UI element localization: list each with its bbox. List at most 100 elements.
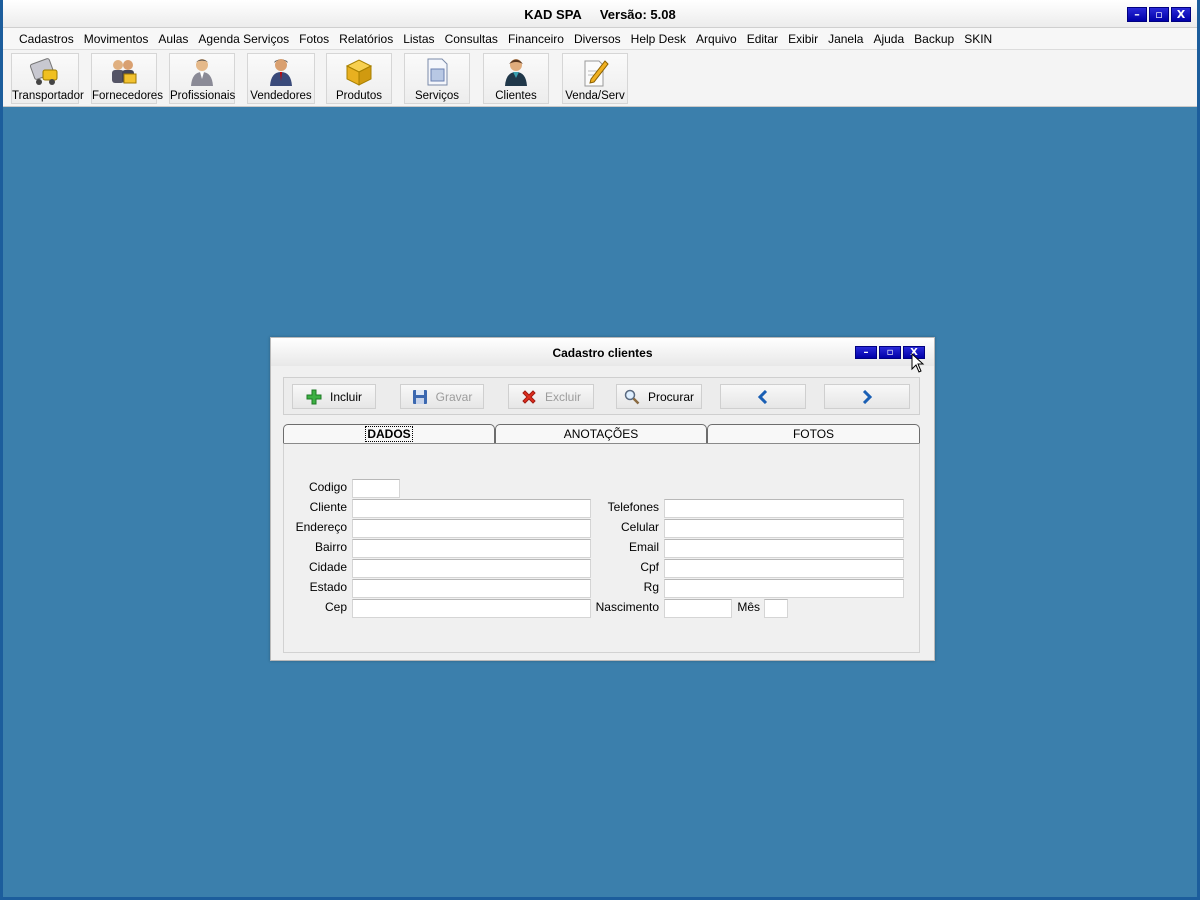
menu-diversos[interactable]: Diversos: [569, 32, 626, 46]
email-label: Email: [628, 540, 659, 554]
menu-movimentos[interactable]: Movimentos: [79, 32, 154, 46]
menu-editar[interactable]: Editar: [742, 32, 783, 46]
menu-cadastros[interactable]: Cadastros: [14, 32, 79, 46]
dados-panel: Codigo Cliente Endereço Bairro Cidade Es…: [283, 443, 920, 653]
mes-label: Mês: [737, 600, 760, 614]
mouse-pointer-icon: [911, 353, 925, 373]
produtos-button[interactable]: Produtos: [326, 53, 392, 104]
nascimento-label: Nascimento: [595, 600, 659, 614]
delete-x-icon: [522, 389, 536, 404]
menu-arquivo[interactable]: Arquivo: [691, 32, 742, 46]
search-icon: [624, 389, 640, 404]
tab-anotacoes[interactable]: ANOTAÇÕES: [495, 424, 707, 444]
servicos-button[interactable]: Serviços: [404, 53, 470, 104]
next-record-button[interactable]: [824, 384, 910, 409]
cpf-field[interactable]: [664, 559, 904, 578]
app-version: Versão: 5.08: [599, 7, 676, 22]
gravar-button[interactable]: Gravar: [400, 384, 484, 409]
celular-label: Celular: [620, 520, 659, 534]
save-icon: [412, 389, 427, 404]
fornecedores-button[interactable]: Fornecedores: [91, 53, 163, 104]
dialog-minimize-button[interactable]: –: [855, 346, 877, 359]
email-field[interactable]: [664, 539, 904, 558]
servicos-label: Serviços: [414, 90, 460, 102]
vendedores-label: Vendedores: [250, 90, 312, 102]
excluir-label: Excluir: [544, 389, 581, 404]
menu-financeiro[interactable]: Financeiro: [503, 32, 569, 46]
menu-listas[interactable]: Listas: [398, 32, 439, 46]
main-toolbar: Transportador Fornecedores Profissionais…: [3, 50, 1197, 107]
bairro-field[interactable]: [352, 539, 591, 558]
tab-fotos-label: FOTOS: [792, 427, 835, 441]
cliente-field[interactable]: [352, 499, 591, 518]
clientes-button[interactable]: Clientes: [483, 53, 549, 104]
menu-ajuda[interactable]: Ajuda: [868, 32, 909, 46]
menu-relatorios[interactable]: Relatórios: [334, 32, 398, 46]
cep-field[interactable]: [352, 599, 591, 618]
cpf-label: Cpf: [640, 560, 659, 574]
tab-fotos[interactable]: FOTOS: [707, 424, 920, 444]
suppliers-icon: [112, 60, 137, 84]
box-icon: [345, 59, 373, 86]
maximize-button[interactable]: ▫: [1149, 7, 1169, 22]
menu-consultas[interactable]: Consultas: [440, 32, 503, 46]
menu-aulas[interactable]: Aulas: [153, 32, 193, 46]
client-icon: [505, 59, 527, 86]
dialog-maximize-button[interactable]: ▫: [879, 346, 901, 359]
estado-label: Estado: [309, 580, 347, 594]
main-window: KAD SPA Versão: 5.08 – ▫ X Cadastros Movi…: [0, 0, 1200, 900]
chevron-left-icon: [757, 389, 768, 404]
plus-icon: [306, 389, 322, 404]
tab-dados-label: DADOS: [365, 426, 413, 442]
venda-serv-label: Venda/Serv: [565, 90, 625, 102]
mes-field[interactable]: [764, 599, 788, 618]
menu-skin[interactable]: SKIN: [959, 32, 997, 46]
gravar-label: Gravar: [435, 389, 473, 404]
codigo-field[interactable]: [352, 479, 400, 498]
main-titlebar[interactable]: KAD SPA Versão: 5.08 – ▫ X: [3, 0, 1197, 28]
tab-dados[interactable]: DADOS: [283, 424, 495, 444]
transportador-label: Transportador: [12, 90, 84, 102]
excluir-button[interactable]: Excluir: [508, 384, 594, 409]
truck-icon: [29, 58, 58, 85]
estado-field[interactable]: [352, 579, 591, 598]
celular-field[interactable]: [664, 519, 904, 538]
cidade-field[interactable]: [352, 559, 591, 578]
vendedores-button[interactable]: Vendedores: [247, 53, 315, 104]
cliente-label: Cliente: [309, 500, 347, 514]
venda-serv-button[interactable]: Venda/Serv: [562, 53, 628, 104]
profissionais-label: Profissionais: [170, 90, 236, 102]
menu-janela[interactable]: Janela: [823, 32, 868, 46]
cep-label: Cep: [324, 600, 347, 614]
telefones-field[interactable]: [664, 499, 904, 518]
incluir-label: Incluir: [329, 389, 362, 404]
procurar-button[interactable]: Procurar: [616, 384, 702, 409]
fornecedores-label: Fornecedores: [92, 90, 163, 102]
dialog-tabs: DADOS ANOTAÇÕES FOTOS: [283, 424, 920, 444]
close-button[interactable]: X: [1171, 7, 1191, 22]
codigo-label: Codigo: [308, 480, 347, 494]
menubar: Cadastros Movimentos Aulas Agenda Serviç…: [3, 28, 1197, 50]
menu-help-desk[interactable]: Help Desk: [626, 32, 691, 46]
menu-fotos[interactable]: Fotos: [294, 32, 334, 46]
telefones-label: Telefones: [607, 500, 659, 514]
chevron-right-icon: [862, 389, 873, 404]
dialog-titlebar[interactable]: Cadastro clientes – ▫ X: [271, 338, 934, 373]
app-name: KAD SPA: [524, 7, 582, 22]
cadastro-clientes-dialog: Cadastro clientes – ▫ X Incluir Gravar E…: [270, 337, 935, 661]
transportador-button[interactable]: Transportador: [11, 53, 84, 104]
dialog-title: Cadastro clientes: [552, 346, 653, 360]
menu-backup[interactable]: Backup: [909, 32, 959, 46]
clientes-label: Clientes: [495, 90, 537, 102]
incluir-button[interactable]: Incluir: [292, 384, 376, 409]
produtos-label: Produtos: [335, 90, 383, 102]
minimize-button[interactable]: –: [1127, 7, 1147, 22]
rg-field[interactable]: [664, 579, 904, 598]
endereco-field[interactable]: [352, 519, 591, 538]
profissionais-button[interactable]: Profissionais: [169, 53, 235, 104]
menu-agenda-servicos[interactable]: Agenda Serviços: [193, 32, 294, 46]
nascimento-field[interactable]: [664, 599, 732, 618]
dialog-toolbar: Incluir Gravar Excluir Procurar: [283, 377, 920, 415]
menu-exibir[interactable]: Exibir: [783, 32, 823, 46]
previous-record-button[interactable]: [720, 384, 806, 409]
